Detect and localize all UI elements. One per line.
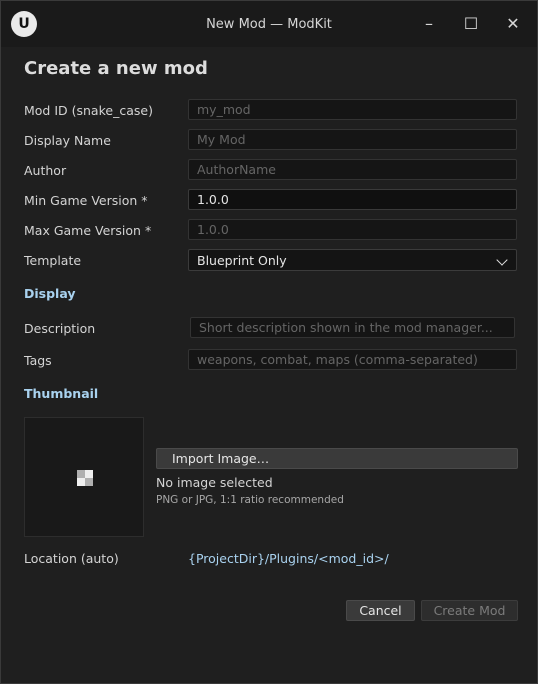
required-marker: * xyxy=(144,223,152,238)
title-bar[interactable]: U New Mod — ModKit – ☐ ✕ xyxy=(1,1,537,47)
thumbnail-hint: PNG or JPG, 1:1 ratio recommended xyxy=(156,494,344,506)
maximize-icon[interactable]: ☐ xyxy=(457,9,485,39)
template-dropdown[interactable]: Blueprint Only xyxy=(188,249,517,271)
import-image-button[interactable]: Import Image… xyxy=(156,448,518,469)
location-label: Location (auto) xyxy=(24,551,119,566)
chevron-down-icon xyxy=(496,254,508,266)
display-name-label: Display Name xyxy=(24,133,111,148)
tags-input[interactable]: weapons, combat, maps (comma-separated) xyxy=(188,349,517,370)
required-marker: * xyxy=(141,193,148,208)
template-label: Template xyxy=(24,253,82,268)
author-input[interactable]: AuthorName xyxy=(188,159,517,180)
create-mod-button[interactable]: Create Mod xyxy=(421,600,518,621)
location-path: {ProjectDir}/Plugins/<mod_id>/ xyxy=(188,551,389,566)
max-version-label: Max Game Version * xyxy=(24,223,151,238)
close-icon[interactable]: ✕ xyxy=(499,9,527,39)
max-version-input[interactable]: 1.0.0 xyxy=(188,219,517,240)
cancel-button[interactable]: Cancel xyxy=(346,600,415,621)
checkerboard-image-icon xyxy=(77,470,93,486)
thumbnail-status: No image selected xyxy=(156,475,273,490)
max-version-label-text: Max Game Version xyxy=(24,223,141,238)
mod-id-input[interactable]: my_mod xyxy=(188,99,517,120)
thumbnail-preview xyxy=(24,417,144,537)
mod-id-label: Mod ID (snake_case) xyxy=(24,103,153,118)
description-input[interactable]: Short description shown in the mod manag… xyxy=(190,317,515,338)
template-selected-value: Blueprint Only xyxy=(197,253,287,268)
display-name-input[interactable]: My Mod xyxy=(188,129,517,150)
tags-label: Tags xyxy=(24,353,52,368)
display-section-title: Display xyxy=(24,286,76,301)
description-label: Description xyxy=(24,321,96,336)
thumbnail-section-title: Thumbnail xyxy=(24,386,99,401)
min-version-input[interactable]: 1.0.0 xyxy=(188,189,517,210)
min-version-label-text: Min Game Version xyxy=(24,193,138,208)
minimize-icon[interactable]: – xyxy=(415,9,443,39)
mod-dialog-window: U New Mod — ModKit – ☐ ✕ Create a new mo… xyxy=(0,0,538,684)
dialog-heading: Create a new mod xyxy=(24,58,208,79)
author-label: Author xyxy=(24,163,67,178)
min-version-label: Min Game Version * xyxy=(24,193,148,208)
